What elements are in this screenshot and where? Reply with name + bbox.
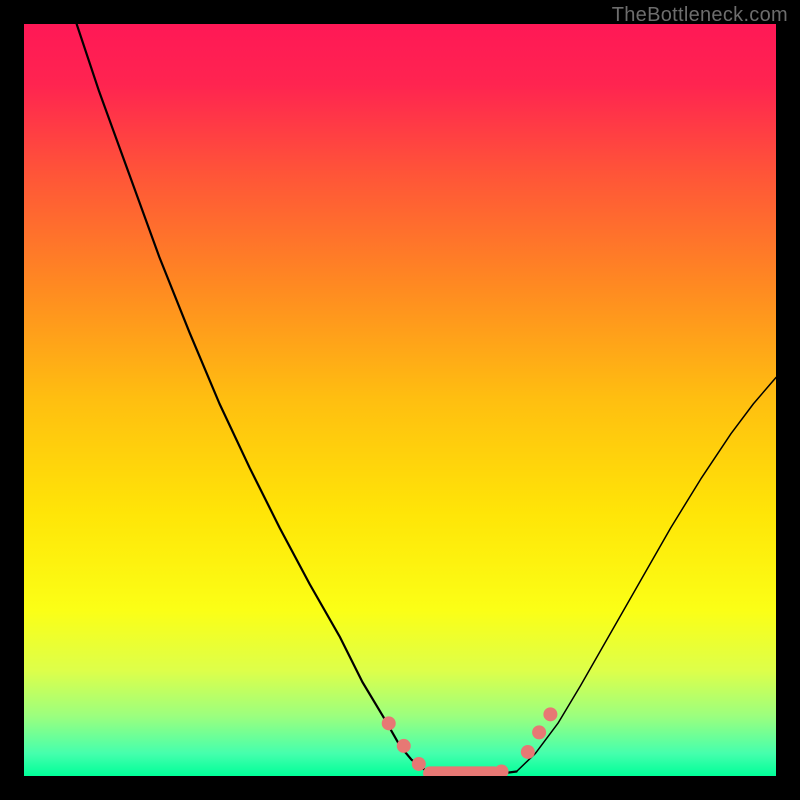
marker-point-0 (382, 716, 396, 730)
marker-point-2 (412, 757, 426, 771)
chart-background (24, 24, 776, 776)
marker-point-6 (543, 707, 557, 721)
marker-point-4 (521, 745, 535, 759)
chart-frame: TheBottleneck.com (0, 0, 800, 800)
watermark-text: TheBottleneck.com (612, 4, 788, 27)
chart-plot (24, 24, 776, 776)
marker-point-5 (532, 725, 546, 739)
marker-point-1 (397, 739, 411, 753)
marker-capsule (423, 766, 501, 776)
